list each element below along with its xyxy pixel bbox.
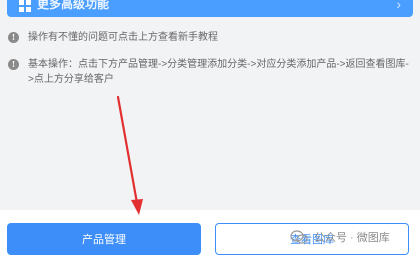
watermark: 公众号 · 微图库 <box>290 229 390 245</box>
help-note: ! 基本操作：点击下方产品管理->分类管理添加分类->对应分类添加产品->返回查… <box>8 57 412 87</box>
help-note-text: 操作有不懂的问题可点击上方查看新手教程 <box>28 32 218 43</box>
help-note-text: 基本操作：点击下方产品管理->分类管理添加分类->对应分类添加产品->返回查看图… <box>28 59 409 85</box>
help-note: ! 操作有不懂的问题可点击上方查看新手教程 <box>8 30 412 45</box>
advanced-features-label: 更多高级功能 <box>37 0 110 11</box>
info-icon: ! <box>8 59 19 70</box>
watermark-text: 公众号 · 微图库 <box>314 232 390 244</box>
wechat-icon <box>290 230 308 244</box>
product-management-button[interactable]: 产品管理 <box>7 223 201 255</box>
chevron-right-icon: › <box>396 0 401 12</box>
grid-icon <box>19 0 31 12</box>
info-icon: ! <box>8 32 19 43</box>
help-notes: ! 操作有不懂的问题可点击上方查看新手教程 ! 基本操作：点击下方产品管理->分… <box>8 30 412 97</box>
advanced-features-bar[interactable]: 更多高级功能 › <box>7 0 413 17</box>
